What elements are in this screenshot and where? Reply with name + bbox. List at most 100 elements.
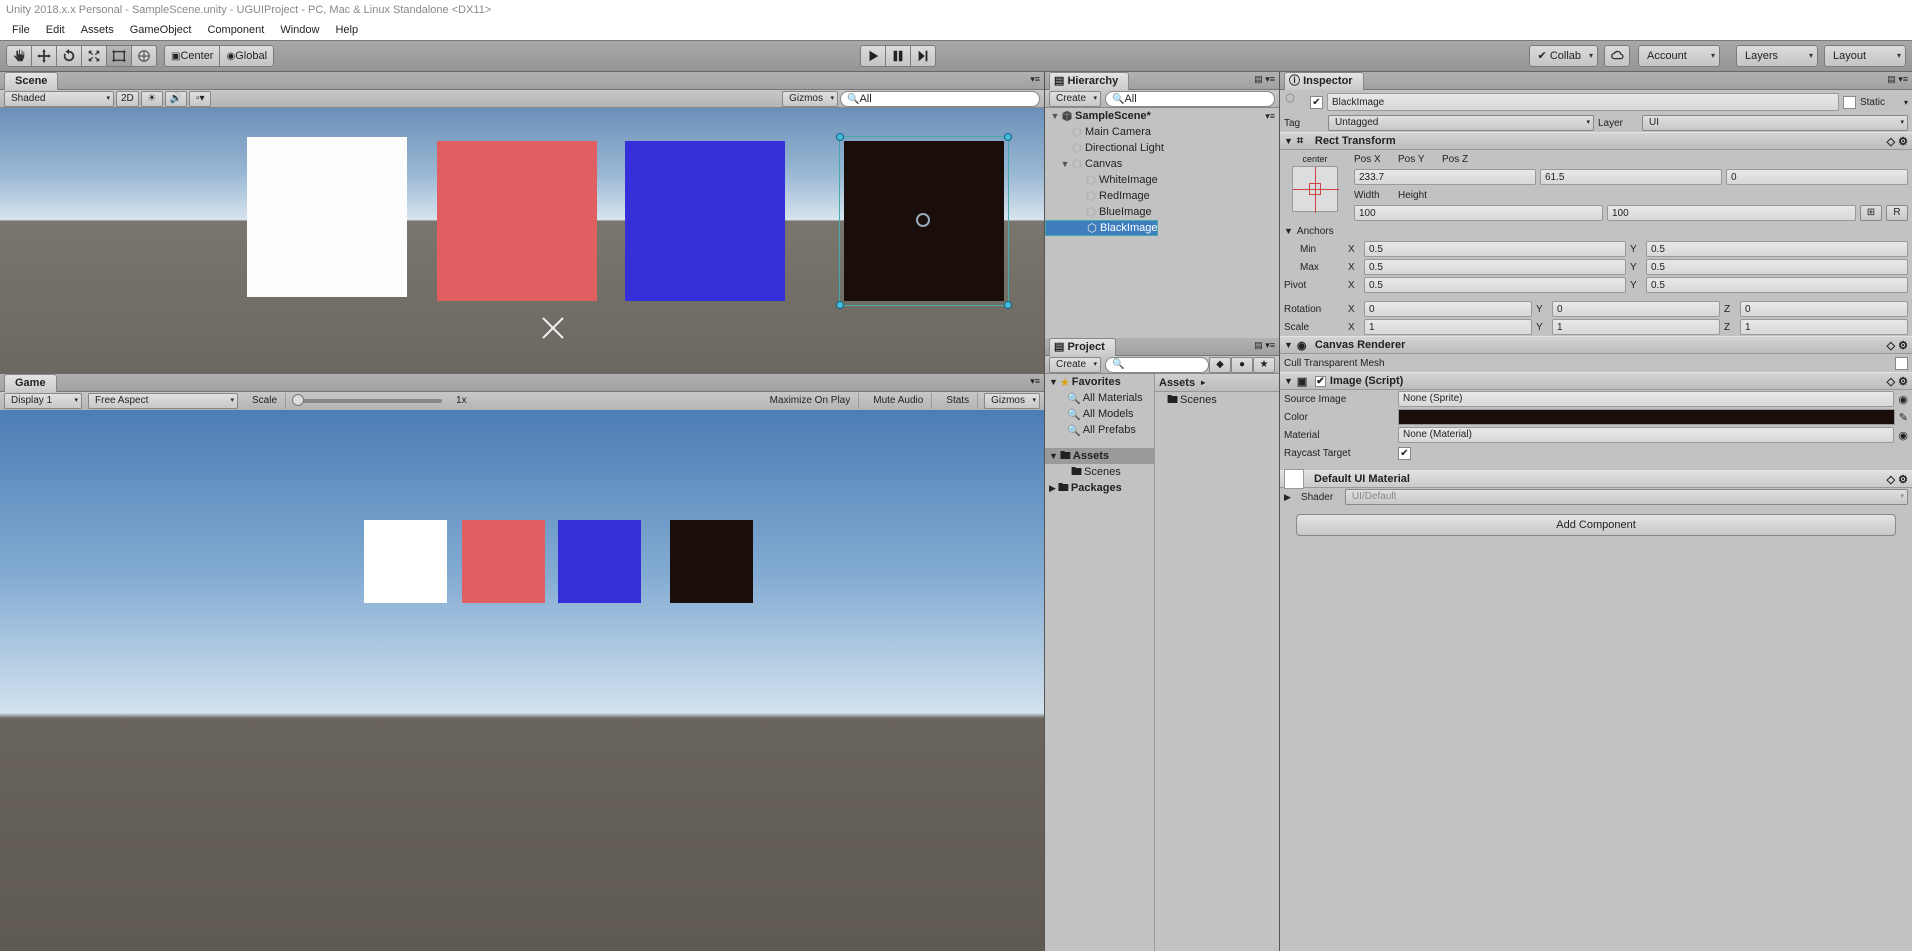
mute-audio-toggle[interactable]: Mute Audio xyxy=(865,393,932,409)
step-button[interactable] xyxy=(910,45,936,67)
panel-menu-icon[interactable]: ▤ ▾≡ xyxy=(1254,340,1275,351)
project-tree[interactable]: ▼★Favorites 🔍All Materials 🔍All Models 🔍… xyxy=(1045,374,1155,951)
blueprint-button[interactable]: ⊞ xyxy=(1860,205,1882,221)
hierarchy-search-input[interactable]: 🔍All xyxy=(1105,91,1275,107)
material-field[interactable]: None (Material) xyxy=(1398,427,1894,443)
hierarchy-item-black-image[interactable]: BlackImage xyxy=(1045,220,1158,236)
pivot-x-input[interactable] xyxy=(1364,277,1626,293)
object-picker-icon[interactable]: ◉ xyxy=(1898,393,1908,406)
menu-help[interactable]: Help xyxy=(327,20,366,40)
anchor-min-y-input[interactable] xyxy=(1646,241,1908,257)
play-button[interactable] xyxy=(860,45,886,67)
height-input[interactable] xyxy=(1607,205,1856,221)
panel-menu-icon[interactable]: ▤ ▾≡ xyxy=(1887,74,1908,85)
shader-dropdown[interactable]: UI/Default xyxy=(1345,489,1908,505)
search-filter-icon[interactable]: ◆ xyxy=(1209,357,1231,373)
hierarchy-item-canvas[interactable]: ▼Canvas xyxy=(1045,156,1279,172)
add-component-button[interactable]: Add Component xyxy=(1296,514,1896,536)
menu-window[interactable]: Window xyxy=(272,20,327,40)
width-input[interactable] xyxy=(1354,205,1603,221)
tab-scene[interactable]: Scene xyxy=(4,72,58,90)
hierarchy-tree[interactable]: ▼SampleScene*▾≡ Main Camera Directional … xyxy=(1045,108,1279,338)
menu-component[interactable]: Component xyxy=(199,20,272,40)
tab-inspector[interactable]: ⓘ Inspector xyxy=(1284,72,1364,90)
project-create-dropdown[interactable]: Create xyxy=(1049,357,1101,373)
stats-toggle[interactable]: Stats xyxy=(938,393,978,409)
panel-menu-icon[interactable]: ▤ ▾≡ xyxy=(1254,74,1275,85)
shading-mode-dropdown[interactable]: Shaded xyxy=(4,91,114,107)
cull-checkbox[interactable] xyxy=(1895,357,1908,370)
hierarchy-item-white-image[interactable]: WhiteImage xyxy=(1045,172,1279,188)
posy-input[interactable] xyxy=(1540,169,1722,185)
project-packages-folder[interactable]: ▶🖿Packages xyxy=(1045,480,1154,496)
canvas-renderer-header[interactable]: ▼◉Canvas Renderer◇ ⚙ xyxy=(1280,336,1912,354)
posx-input[interactable] xyxy=(1354,169,1536,185)
image-enable-checkbox[interactable]: ✔ xyxy=(1315,376,1326,387)
layout-dropdown[interactable]: Layout xyxy=(1824,45,1906,67)
tab-project[interactable]: ▤ Project xyxy=(1049,338,1116,356)
color-swatch[interactable] xyxy=(1398,409,1895,425)
hierarchy-create-dropdown[interactable]: Create xyxy=(1049,91,1101,107)
tab-game[interactable]: Game xyxy=(4,374,57,392)
game-view[interactable] xyxy=(0,410,1044,951)
move-tool-button[interactable] xyxy=(31,45,57,67)
scale-y-input[interactable] xyxy=(1552,319,1720,335)
tag-dropdown[interactable]: Untagged xyxy=(1328,115,1594,131)
project-search-input[interactable]: 🔍 xyxy=(1105,357,1209,373)
pivot-y-input[interactable] xyxy=(1646,277,1908,293)
menu-assets[interactable]: Assets xyxy=(73,20,122,40)
tab-hierarchy[interactable]: ▤ Hierarchy xyxy=(1049,72,1129,90)
menu-file[interactable]: File xyxy=(4,20,38,40)
hierarchy-scene[interactable]: ▼SampleScene*▾≡ xyxy=(1045,108,1279,124)
collab-dropdown[interactable]: ✔ Collab xyxy=(1529,45,1598,67)
scene-search-input[interactable]: 🔍All xyxy=(840,91,1040,107)
rect-tool-button[interactable] xyxy=(106,45,132,67)
hierarchy-item-main-camera[interactable]: Main Camera xyxy=(1045,124,1279,140)
rotate-tool-button[interactable] xyxy=(56,45,82,67)
source-image-field[interactable]: None (Sprite) xyxy=(1398,391,1894,407)
anchor-max-y-input[interactable] xyxy=(1646,259,1908,275)
project-fav-prefabs[interactable]: 🔍All Prefabs xyxy=(1045,422,1154,438)
pivot-global-button[interactable]: ◉ Global xyxy=(219,45,274,67)
eyedropper-icon[interactable]: ✎ xyxy=(1899,411,1908,424)
scale-z-input[interactable] xyxy=(1740,319,1908,335)
raw-edit-button[interactable]: R xyxy=(1886,205,1908,221)
rot-z-input[interactable] xyxy=(1740,301,1908,317)
transform-tool-button[interactable] xyxy=(131,45,157,67)
scale-slider[interactable] xyxy=(292,399,442,403)
search-type-icon[interactable]: ● xyxy=(1231,357,1253,373)
active-checkbox[interactable]: ✔ xyxy=(1310,96,1323,109)
posz-input[interactable] xyxy=(1726,169,1908,185)
search-save-icon[interactable]: ★ xyxy=(1253,357,1275,373)
anchor-max-x-input[interactable] xyxy=(1364,259,1626,275)
pause-button[interactable] xyxy=(885,45,911,67)
menu-gameobject[interactable]: GameObject xyxy=(122,20,200,40)
scale-x-input[interactable] xyxy=(1364,319,1532,335)
scene-view[interactable] xyxy=(0,108,1044,374)
hierarchy-item-red-image[interactable]: RedImage xyxy=(1045,188,1279,204)
lighting-toggle-button[interactable]: ☀ xyxy=(141,91,163,107)
audio-toggle-button[interactable]: 🔊 xyxy=(165,91,187,107)
project-content[interactable]: Assets▸ 🖿Scenes xyxy=(1155,374,1279,951)
menu-edit[interactable]: Edit xyxy=(38,20,73,40)
material-header[interactable]: Default UI Material◇ ⚙ xyxy=(1280,470,1912,488)
aspect-dropdown[interactable]: Free Aspect xyxy=(88,393,238,409)
display-dropdown[interactable]: Display 1 xyxy=(4,393,82,409)
hierarchy-item-directional-light[interactable]: Directional Light xyxy=(1045,140,1279,156)
maximize-on-play-toggle[interactable]: Maximize On Play xyxy=(762,393,860,409)
anchor-preset-button[interactable] xyxy=(1292,166,1338,212)
fx-toggle-button[interactable]: ▫▾ xyxy=(189,91,211,107)
project-fav-models[interactable]: 🔍All Models xyxy=(1045,406,1154,422)
anchors-label[interactable]: Anchors xyxy=(1297,226,1357,237)
2d-toggle-button[interactable]: 2D xyxy=(116,91,139,107)
scale-tool-button[interactable] xyxy=(81,45,107,67)
rot-x-input[interactable] xyxy=(1364,301,1532,317)
account-dropdown[interactable]: Account xyxy=(1638,45,1720,67)
project-breadcrumb[interactable]: Assets▸ xyxy=(1155,374,1279,392)
project-item-scenes[interactable]: 🖿Scenes xyxy=(1155,392,1279,408)
project-assets-folder[interactable]: ▼🖿Assets xyxy=(1045,448,1154,464)
game-gizmos-dropdown[interactable]: Gizmos xyxy=(984,393,1040,409)
object-name-input[interactable] xyxy=(1327,93,1839,111)
layer-dropdown[interactable]: UI xyxy=(1642,115,1908,131)
panel-menu-icon[interactable]: ▾≡ xyxy=(1030,74,1040,85)
